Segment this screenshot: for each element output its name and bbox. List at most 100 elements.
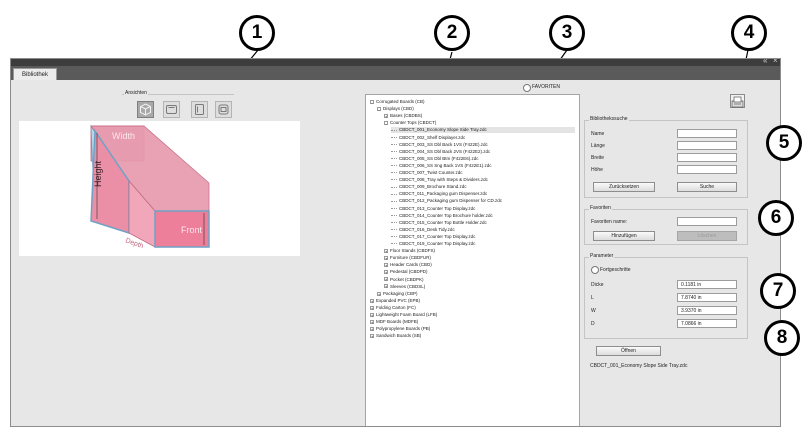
tree-item[interactable]: - Displays (CBD): [377, 106, 575, 112]
collapse-icon[interactable]: -: [384, 121, 388, 126]
tab-bibliothek[interactable]: Bibliothek: [13, 68, 58, 80]
expand-icon[interactable]: +: [384, 256, 388, 261]
callout-1: 1: [239, 15, 275, 51]
search-length-input[interactable]: [677, 141, 737, 150]
expand-icon[interactable]: +: [370, 312, 374, 317]
favorites-radio[interactable]: FAVORITEN: [523, 84, 585, 92]
expand-icon[interactable]: +: [384, 263, 388, 268]
library-export-button[interactable]: [730, 94, 745, 108]
expand-icon[interactable]: +: [370, 298, 374, 303]
depth-label: D: [591, 321, 595, 327]
search-name-input[interactable]: [677, 129, 737, 138]
favorites-radio-circle[interactable]: [523, 84, 531, 92]
tree-item[interactable]: CBDCT_009_Brochure Stand.zdc: [391, 184, 575, 190]
expand-icon[interactable]: +: [384, 284, 388, 289]
expand-icon[interactable]: +: [370, 305, 374, 310]
advanced-radio[interactable]: [591, 266, 599, 274]
expand-icon[interactable]: +: [384, 270, 388, 275]
collapse-icon[interactable]: -: [370, 99, 374, 104]
tree-connector: [391, 179, 397, 181]
close-icon[interactable]: ×: [773, 59, 778, 66]
width-label: W: [591, 308, 596, 314]
depth-input[interactable]: 7.0866 in: [677, 319, 737, 328]
tree-item[interactable]: CBDCT_017_Counter Top Display.zdc: [391, 234, 575, 240]
tree-item-label: CBDCT_009_Brochure Stand.zdc: [399, 184, 467, 190]
tree-item[interactable]: CBDCT_019_Counter Top Display.zdc: [391, 241, 575, 247]
iso-view-button[interactable]: [137, 101, 154, 118]
tree-item[interactable]: + Pedestal (CBDPD): [384, 269, 575, 275]
tree-item[interactable]: + Expanded PVC (EPB): [370, 298, 575, 304]
tree-item[interactable]: CBDCT_011_Packaging gum Dispenser.zdc: [391, 191, 575, 197]
width-dimension-label: Width: [112, 131, 135, 141]
expand-icon[interactable]: +: [370, 334, 374, 339]
tree-connector: [391, 222, 397, 223]
tree-item[interactable]: - Corrugated Boards (CB): [370, 99, 575, 105]
thickness-input[interactable]: 0.1181 in: [677, 280, 737, 289]
collapse-icon[interactable]: «: [763, 59, 767, 66]
open-button[interactable]: Öffnen: [596, 346, 661, 356]
length-input[interactable]: 7.8740 in: [677, 293, 737, 302]
callout-7: 7: [760, 273, 796, 309]
tree-item[interactable]: + Sleeves (CBDSL): [384, 284, 575, 290]
library-tree[interactable]: - Corrugated Boards (CB) - Displays (CBD) + B…: [365, 94, 580, 426]
tree-connector: [391, 165, 397, 167]
library-search-legend: Bibliothekssuche: [589, 116, 629, 122]
tree-item[interactable]: CBDCT_004_SS Dbl Back 2VS (F422E2).zdc: [391, 149, 575, 155]
tree-item[interactable]: + MDF Boards (MDFB): [370, 319, 575, 325]
search-button[interactable]: Suche: [677, 182, 737, 192]
tree-item[interactable]: + Furniture (CBDFUR): [384, 255, 575, 261]
tree-item[interactable]: + Folding Carton (FC): [370, 305, 575, 311]
favorites-radio-label: FAVORITEN: [532, 84, 560, 90]
remove-favorite-button[interactable]: Löschen: [677, 231, 737, 241]
side-view-button[interactable]: [191, 101, 208, 118]
search-width-label: Breite: [591, 155, 605, 161]
tree-item[interactable]: - Counter Tops (CBDCT): [384, 120, 575, 126]
tree-item-label: Lightweight Foam Board (LFB): [376, 312, 438, 317]
tree-item[interactable]: + Sandwich Boards (SB): [370, 333, 575, 339]
reset-button[interactable]: Zurücksetzen: [593, 182, 655, 192]
tree-item[interactable]: + Polypropylene Boards (PB): [370, 326, 575, 332]
search-width-input[interactable]: [677, 153, 737, 162]
width-input[interactable]: 3.9370 in: [677, 306, 737, 315]
tree-item[interactable]: + Floor Stands (CBDFS): [384, 248, 575, 254]
tree-item[interactable]: CBDCT_006_SS Sng Back 1VS (F422E1).zdc: [391, 163, 575, 169]
tree-item-label: Packaging (CBP): [383, 290, 418, 296]
tree-connector: [391, 243, 397, 245]
expand-icon[interactable]: +: [377, 291, 381, 296]
tree-item[interactable]: CBDCT_014_Counter Top Brochure holder.zd…: [391, 213, 575, 219]
tree-item[interactable]: + Header Cards (CBD): [384, 262, 575, 268]
expand-icon[interactable]: +: [384, 248, 388, 253]
front-view-button[interactable]: [163, 101, 180, 118]
tree-item[interactable]: CBDCT_016_Desk Tidy.zdc: [391, 227, 575, 233]
tree-item[interactable]: CBDCT_013_Counter Top Display.zdc: [391, 206, 575, 212]
tree-item-label: Polypropylene Boards (PB): [376, 326, 431, 332]
tree-item-label: CBDCT_001_Economy Slope Side Tray.zdc: [399, 127, 487, 133]
favorite-name-input[interactable]: [677, 217, 737, 226]
tree-connector: [391, 143, 397, 145]
add-favorite-button[interactable]: Hinzufügen: [593, 231, 655, 241]
tree-item[interactable]: CBDCT_003_SS Dbl Back 1VS (F422E).zdc: [391, 142, 575, 148]
tree-item[interactable]: CBDCT_001_Economy Slope Side Tray.zdc: [391, 127, 575, 134]
collapse-icon[interactable]: -: [377, 106, 381, 111]
expand-icon[interactable]: +: [370, 319, 374, 324]
tree-item[interactable]: CBDCT_012_Packaging gum Dispenser for CD…: [391, 198, 575, 204]
tree-item[interactable]: + Pocket (CBDPK): [384, 277, 575, 283]
tree-item-label: CBDCT_004_SS Dbl Back 2VS (F422E2).zdc: [399, 148, 491, 154]
tree-item[interactable]: + Bases (CBDBS): [384, 113, 575, 119]
callout-4: 4: [731, 15, 767, 51]
tree-item[interactable]: CBDCT_015_Counter Top Bottle Holder.zdc: [391, 220, 575, 226]
tree-item[interactable]: CBDCT_007_Twist Counter.zdc: [391, 170, 575, 176]
expand-icon[interactable]: +: [384, 114, 388, 119]
expand-icon[interactable]: +: [384, 277, 388, 282]
length-label: L: [591, 295, 594, 301]
tree-item[interactable]: CBDCT_008_Tray with Steps & Dividers.zdc: [391, 177, 575, 183]
tree-item[interactable]: + Lightweight Foam Board (LFB): [370, 312, 575, 318]
tree-item[interactable]: + Packaging (CBP): [377, 291, 575, 297]
search-height-input[interactable]: [677, 165, 737, 174]
tree-item-label: Corrugated Boards (CB): [376, 99, 425, 104]
tree-item[interactable]: CBDCT_002_Shelf Displayer.zdc: [391, 135, 575, 141]
top-view-button[interactable]: [215, 101, 232, 118]
tree-item-label: CBDCT_019_Counter Top Display.zdc: [399, 241, 476, 246]
tree-item[interactable]: CBDCT_005_SS Dbl Btm (F422E6).zdc: [391, 156, 575, 162]
expand-icon[interactable]: +: [370, 327, 374, 332]
